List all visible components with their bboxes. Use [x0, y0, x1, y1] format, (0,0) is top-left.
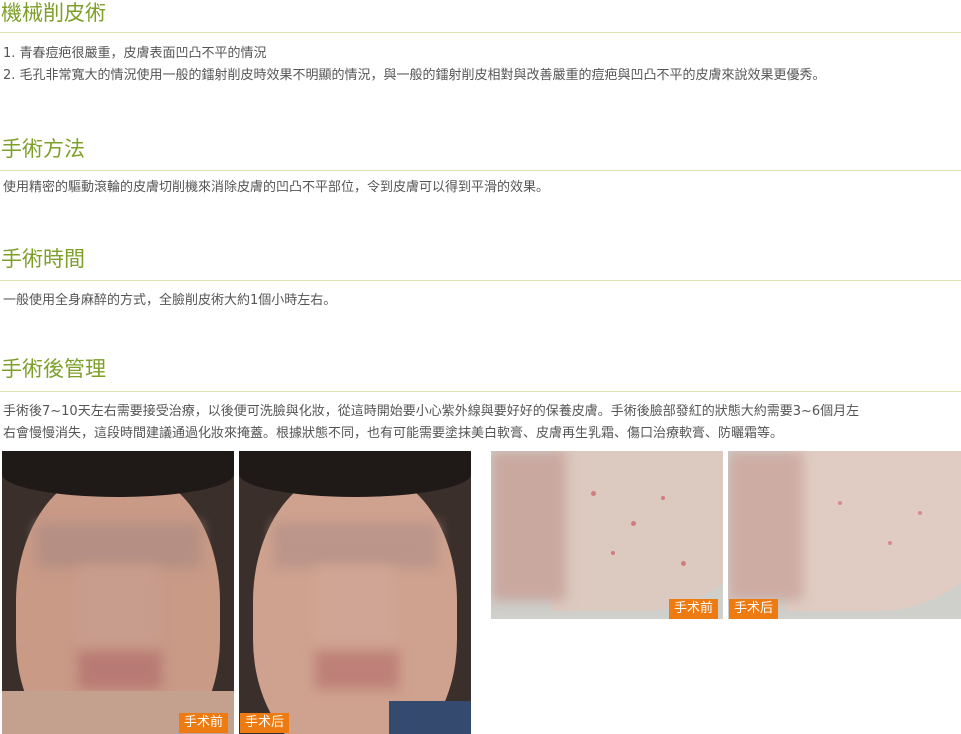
section-method: 手術方法 使用精密的驅動滾輪的皮膚切削機來消除皮膚的凹凸不平部位，令到皮膚可以得…: [0, 136, 961, 199]
section-divider: [0, 280, 961, 281]
after-badge: 手术后: [729, 599, 779, 619]
face-blur: [491, 451, 566, 601]
aftercare-line-1: 手術後7~10天左右需要接受治療，以後便可洗臉與化妝，從這時開始要小心紫外線與要…: [3, 404, 860, 419]
mouth-blur: [78, 651, 162, 689]
nose-blur: [78, 566, 158, 646]
section-indications: 機械削皮術 1. 青春痘疤很嚴重，皮膚表面凹凸不平的情況 2. 毛孔非常寬大的情…: [0, 0, 961, 87]
photo-face-after: [239, 451, 471, 734]
section-aftercare: 手術後管理 手術後7~10天左右需要接受治療，以後便可洗臉與化妝，從這時開始要小…: [0, 356, 961, 445]
section-title: 手術後管理: [1, 357, 106, 381]
section-divider: [0, 391, 961, 392]
before-badge: 手术前: [179, 713, 229, 733]
eye-blur: [36, 523, 201, 568]
method-line: 使用精密的驅動滾輪的皮膚切削機來消除皮膚的凹凸不平部位，令到皮膚可以得到平滑的效…: [3, 180, 550, 195]
section-title: 手術時間: [1, 247, 85, 271]
after-badge: 手术后: [240, 713, 290, 733]
indication-line-1: 1. 青春痘疤很嚴重，皮膚表面凹凸不平的情況: [3, 46, 267, 61]
photo-face-before: [2, 451, 234, 734]
photo-cheek-after: [728, 451, 961, 619]
before-badge: 手术前: [669, 599, 719, 619]
aftercare-line-2: 右會慢慢消失，這段時間建議通過化妝來掩蓋。根據狀態不同，也有可能需要塗抹美白軟膏…: [3, 426, 784, 441]
section-divider: [0, 170, 961, 171]
nose-blur: [315, 566, 395, 646]
section-duration: 手術時間 一般使用全身麻醉的方式，全臉削皮術大約1個小時左右。: [0, 246, 961, 312]
indication-line-2: 2. 毛孔非常寬大的情況使用一般的鐳射削皮時效果不明顯的情況，與一般的鐳射削皮相…: [3, 68, 826, 83]
duration-line: 一般使用全身麻醉的方式，全臉削皮術大約1個小時左右。: [3, 293, 337, 308]
section-title: 手術方法: [1, 137, 85, 161]
eye-blur: [273, 523, 438, 568]
section-title: 機械削皮術: [1, 1, 106, 25]
section-divider: [0, 32, 961, 33]
face-blur: [728, 451, 803, 601]
mouth-blur: [315, 651, 399, 689]
photo-cheek-before: [491, 451, 723, 619]
